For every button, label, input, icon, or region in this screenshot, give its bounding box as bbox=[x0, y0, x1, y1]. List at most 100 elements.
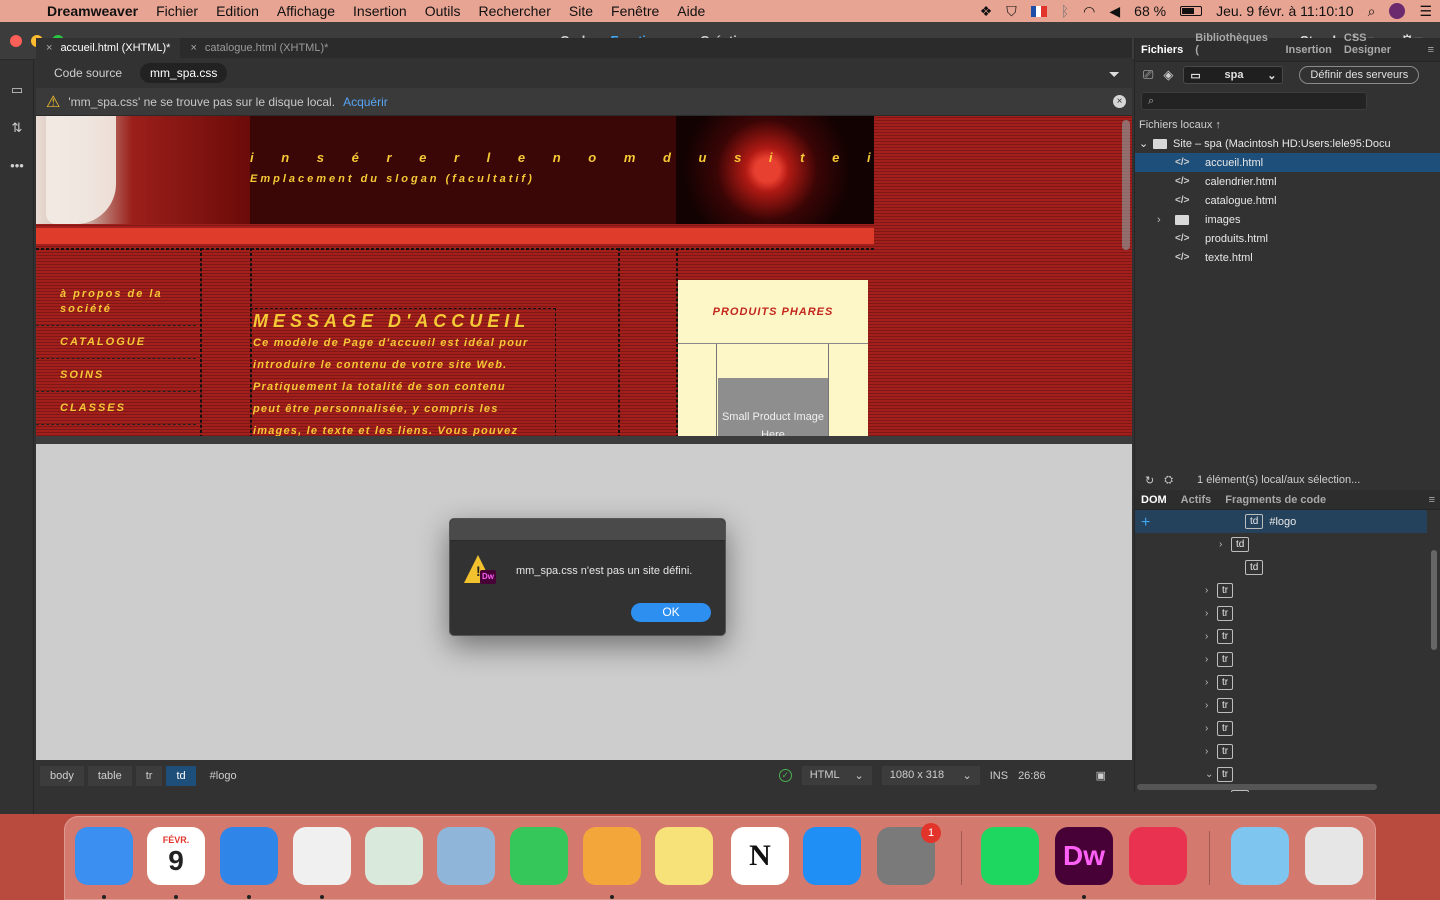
dom-node-tr[interactable]: › tr bbox=[1205, 602, 1239, 625]
files-search-input[interactable]: ⌕ bbox=[1141, 92, 1367, 110]
creative-cloud-icon[interactable] bbox=[1129, 827, 1187, 885]
git-icon[interactable]: ◈ bbox=[1163, 67, 1173, 83]
close-window-button[interactable] bbox=[10, 35, 22, 47]
menu-fenetre[interactable]: Fenêtre bbox=[602, 3, 668, 19]
tab-fragments[interactable]: Fragments de code bbox=[1225, 494, 1326, 506]
menu-aide[interactable]: Aide bbox=[668, 3, 714, 19]
close-infobar-icon[interactable]: × bbox=[1113, 95, 1126, 108]
define-servers-button[interactable]: Définir des serveurs bbox=[1299, 66, 1420, 84]
dom-node-tr[interactable]: › tr bbox=[1205, 648, 1239, 671]
input-source-flag-icon[interactable] bbox=[1030, 5, 1047, 17]
downloads-folder-icon[interactable] bbox=[1231, 827, 1289, 885]
crumb-tr[interactable]: tr bbox=[135, 766, 163, 786]
tab-catalogue[interactable]: × catalogue.html (XHTML)* bbox=[180, 38, 338, 58]
welcome-block[interactable]: MESSAGE D'ACCUEIL Ce modèle de Page d'ac… bbox=[250, 308, 556, 436]
bluetooth-icon[interactable]: ᛒ bbox=[1061, 3, 1069, 19]
preview-icon[interactable]: ▣ bbox=[1096, 769, 1106, 782]
acquire-link[interactable]: Acquérir bbox=[343, 95, 388, 109]
dropbox-icon[interactable]: ❖ bbox=[980, 3, 993, 20]
battery-icon[interactable] bbox=[1180, 6, 1203, 16]
doctype-select[interactable]: HTML ⌄ bbox=[801, 766, 872, 785]
dom-node-tr[interactable]: › tr bbox=[1205, 717, 1239, 740]
chevron-icon[interactable]: › bbox=[1205, 585, 1217, 596]
safari-icon[interactable] bbox=[220, 827, 278, 885]
chevron-icon[interactable]: › bbox=[1205, 700, 1217, 711]
pages-icon[interactable] bbox=[583, 827, 641, 885]
chevron-icon[interactable]: › bbox=[1205, 677, 1217, 688]
chevron-icon[interactable]: › bbox=[1205, 631, 1217, 642]
spotlight-search-icon[interactable]: ⌕ bbox=[1368, 3, 1376, 20]
tab-bibliotheques[interactable]: Bibliothèques ( bbox=[1195, 32, 1273, 61]
nav-item-soins[interactable]: SOINS bbox=[36, 359, 196, 392]
site-select[interactable]: ▭ spa ⌄ bbox=[1183, 66, 1284, 84]
tab-dom[interactable]: DOM bbox=[1141, 494, 1167, 506]
facetime-icon[interactable] bbox=[510, 827, 568, 885]
spotify-icon[interactable] bbox=[981, 827, 1039, 885]
nav-item-about[interactable]: à propos de la société bbox=[36, 278, 196, 326]
site-root-row[interactable]: ⌄ Site – spa (Macintosh HD:Users:lele95:… bbox=[1135, 134, 1440, 153]
local-files-header[interactable]: Fichiers locaux ↑ bbox=[1135, 116, 1440, 134]
chevron-icon[interactable]: › bbox=[1205, 723, 1217, 734]
menu-affichage[interactable]: Affichage bbox=[268, 3, 344, 19]
menu-insertion[interactable]: Insertion bbox=[344, 3, 416, 19]
file-transfer-icon[interactable]: ⇅ bbox=[0, 120, 34, 136]
tab-css-designer[interactable]: CSS Designer bbox=[1344, 32, 1416, 61]
crumb-td[interactable]: td bbox=[166, 766, 196, 786]
trash-icon[interactable] bbox=[1305, 827, 1363, 885]
menu-site[interactable]: Site bbox=[560, 3, 602, 19]
appstore-icon[interactable] bbox=[803, 827, 861, 885]
close-tab-icon[interactable]: × bbox=[46, 42, 52, 54]
site-name-placeholder[interactable]: i n s é r e r l e n o m d u s i t e i bbox=[250, 150, 883, 165]
more-options-icon[interactable]: ••• bbox=[0, 158, 34, 173]
menu-outils[interactable]: Outils bbox=[416, 3, 470, 19]
no-errors-check-icon[interactable]: ✓ bbox=[778, 769, 792, 782]
file-row-produits[interactable]: </> produits.html bbox=[1135, 229, 1440, 248]
wifi-icon[interactable]: ◠ bbox=[1083, 3, 1095, 20]
menu-rechercher[interactable]: Rechercher bbox=[470, 3, 560, 19]
related-file-source-code[interactable]: Code source bbox=[44, 63, 132, 83]
chevron-icon[interactable]: › bbox=[1205, 746, 1217, 757]
dom-node-td[interactable]: ›td#navborder bbox=[1219, 786, 1311, 792]
file-row-calendrier[interactable]: </> calendrier.html bbox=[1135, 172, 1440, 191]
panel-menu-icon[interactable]: ≡ bbox=[1428, 44, 1434, 61]
ok-button[interactable]: OK bbox=[631, 603, 711, 622]
nav-item-catalogue[interactable]: CATALOGUE bbox=[36, 326, 196, 359]
stickies-icon[interactable] bbox=[655, 827, 713, 885]
dreamweaver-icon[interactable]: Dw bbox=[1055, 827, 1113, 885]
refresh-icon[interactable]: ↻ bbox=[1145, 474, 1154, 487]
dom-node-tr[interactable]: ⌄ tr bbox=[1205, 763, 1239, 786]
window-size-select[interactable]: 1080 x 318 ⌄ bbox=[881, 766, 980, 785]
file-row-images[interactable]: › images bbox=[1135, 210, 1440, 229]
dom-node-td[interactable]: td #logo bbox=[1233, 510, 1296, 533]
battery-percent[interactable]: 68 % bbox=[1134, 3, 1166, 19]
file-row-catalogue[interactable]: </> catalogue.html bbox=[1135, 191, 1440, 210]
crumb-body[interactable]: body bbox=[40, 766, 84, 786]
notion-icon[interactable]: N bbox=[731, 827, 789, 885]
dom-scrollbar[interactable] bbox=[1431, 550, 1437, 650]
tab-fichiers[interactable]: Fichiers bbox=[1141, 44, 1183, 61]
chevron-icon[interactable]: › bbox=[1219, 539, 1231, 550]
connect-server-icon[interactable]: ⎚ bbox=[1143, 67, 1153, 83]
nav-item-classes[interactable]: CLASSES bbox=[36, 392, 196, 425]
chevron-icon[interactable]: ⌄ bbox=[1205, 769, 1217, 780]
crumb-table[interactable]: table bbox=[87, 766, 132, 786]
dom-node-td[interactable]: › td bbox=[1219, 533, 1255, 556]
chevron-icon[interactable]: › bbox=[1205, 654, 1217, 665]
menu-app-name[interactable]: Dreamweaver bbox=[38, 3, 147, 19]
file-row-accueil[interactable]: </> accueil.html bbox=[1135, 153, 1440, 172]
maps-icon[interactable] bbox=[365, 827, 423, 885]
chrome-icon[interactable] bbox=[293, 827, 351, 885]
design-view-scrollbar[interactable] bbox=[1122, 120, 1130, 250]
menu-fichier[interactable]: Fichier bbox=[147, 3, 207, 19]
log-icon[interactable]: ⛭ bbox=[1164, 474, 1173, 487]
close-tab-icon[interactable]: × bbox=[190, 42, 196, 54]
tab-insertion[interactable]: Insertion bbox=[1285, 44, 1331, 61]
dom-node-tr[interactable]: › tr bbox=[1205, 625, 1239, 648]
file-row-texte[interactable]: </> texte.html bbox=[1135, 248, 1440, 267]
preview-icon[interactable] bbox=[437, 827, 495, 885]
dom-node-tr[interactable]: › tr bbox=[1205, 694, 1239, 717]
add-element-icon[interactable]: + bbox=[1141, 514, 1150, 532]
related-file-css[interactable]: mm_spa.css bbox=[140, 63, 228, 83]
design-view[interactable]: i n s é r e r l e n o m d u s i t e i Em… bbox=[36, 116, 1132, 436]
document-icon[interactable]: ▭ bbox=[0, 82, 34, 98]
